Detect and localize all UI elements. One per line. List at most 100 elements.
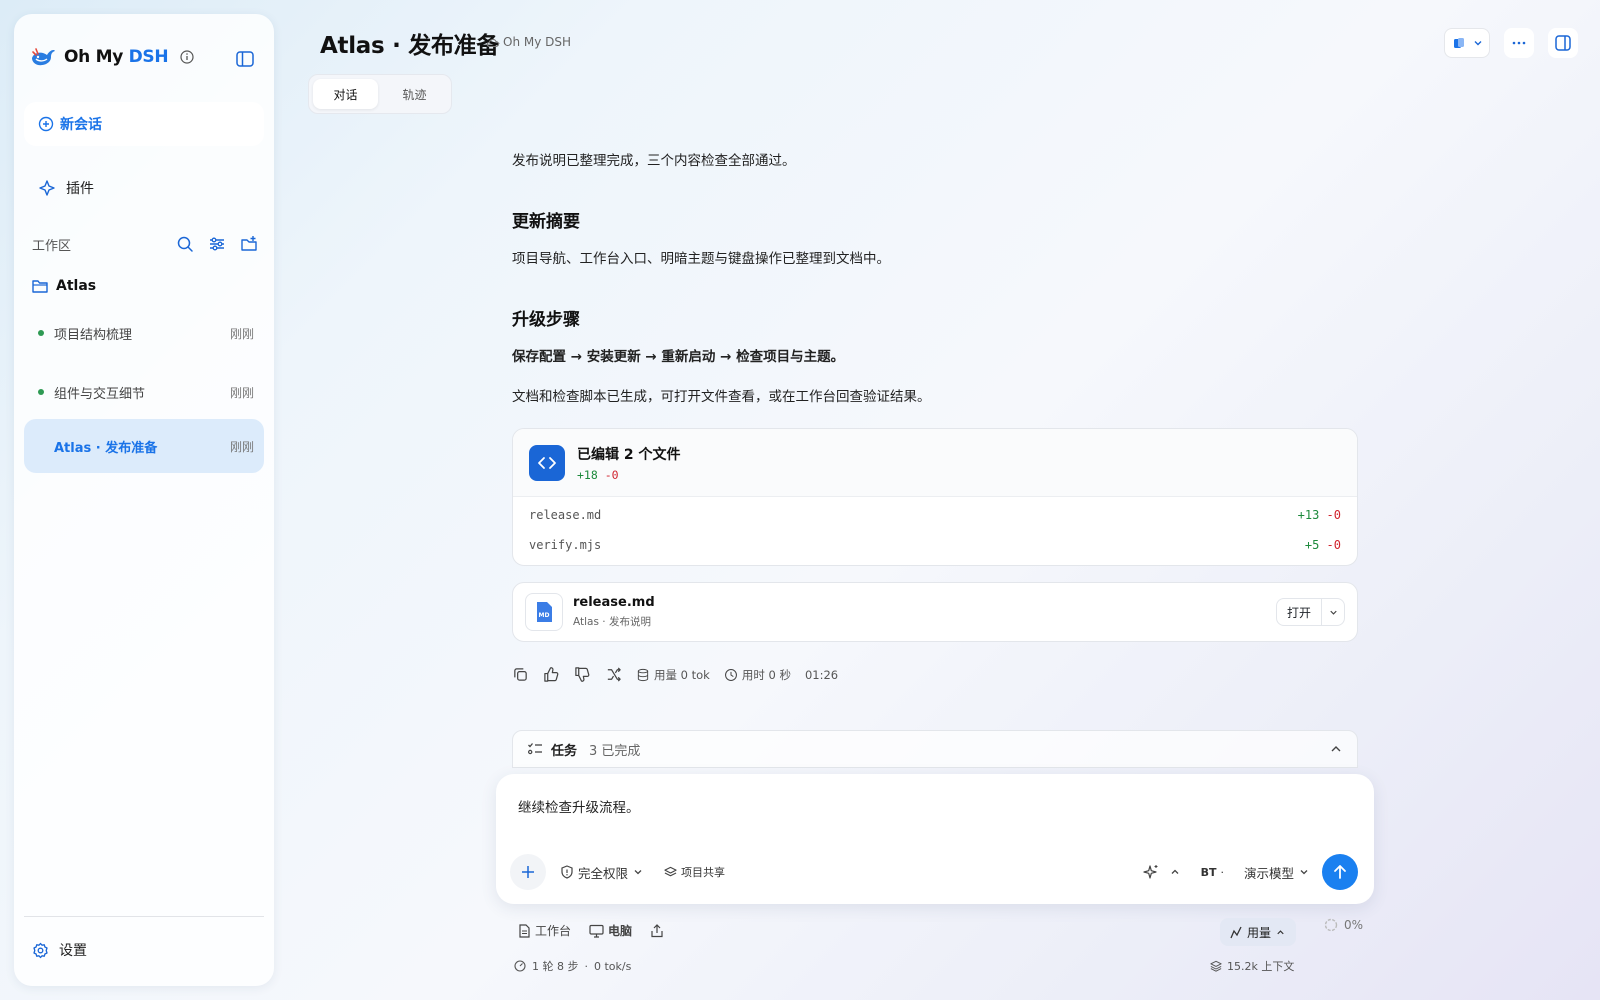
- sparkle-icon: [1142, 865, 1158, 879]
- agent-avatar-icon: [1454, 38, 1464, 48]
- monitor-icon: [589, 924, 604, 938]
- file-name: verify.mjs: [529, 538, 602, 552]
- settings-button[interactable]: 设置: [32, 940, 87, 960]
- open-label: 打开: [1277, 599, 1322, 625]
- document-icon: [519, 923, 530, 938]
- attach-button[interactable]: [510, 854, 546, 890]
- enhance-button[interactable]: [1142, 864, 1181, 880]
- tasks-count: 3 已完成: [589, 743, 641, 759]
- divider: [24, 916, 264, 917]
- note-text: 文档和检查脚本已生成，可打开文件查看，或在工作台回查验证结果。: [512, 389, 931, 405]
- steps-count: 1 轮 8 步: [532, 960, 579, 973]
- duration: 用时 0 秒: [724, 667, 791, 683]
- info-icon[interactable]: [180, 50, 194, 64]
- model-label: 演示模型: [1243, 865, 1294, 881]
- activity-icon: [1230, 926, 1242, 938]
- page-title: Atlas · 发布准备: [320, 33, 500, 59]
- copy-icon[interactable]: [512, 666, 529, 683]
- thumbs-down-icon[interactable]: [574, 666, 591, 683]
- status-dot: [38, 330, 44, 336]
- usage-button[interactable]: 用量: [1220, 918, 1297, 946]
- tasks-bar[interactable]: 任务 3 已完成: [512, 730, 1358, 768]
- workspace-label: 工作区: [32, 238, 72, 254]
- project-share-toggle[interactable]: 项目共享: [664, 864, 725, 880]
- session-title: 组件与交互细节: [54, 386, 146, 402]
- right-panel-button[interactable]: [1548, 28, 1578, 58]
- permission-select[interactable]: 完全权限: [560, 863, 644, 882]
- chevron-down-icon: [1300, 870, 1308, 875]
- arrow-up-icon: [1334, 865, 1346, 879]
- permission-label: 完全权限: [578, 865, 629, 881]
- search-icon[interactable]: [176, 235, 194, 253]
- separator: ·: [584, 959, 589, 973]
- edited-file-row[interactable]: verify.mjs +5 -0: [513, 530, 1357, 560]
- edited-file-row[interactable]: release.md +13 -0: [513, 500, 1357, 530]
- project-badge[interactable]: Oh My DSH: [486, 35, 571, 49]
- folder-icon: [32, 280, 48, 293]
- edited-files-header: 已编辑 2 个文件 +18 -0: [513, 429, 1357, 497]
- chevron-up-icon: [1277, 929, 1284, 934]
- message-actions: 用量 0 tok 用时 0 秒 01:26: [512, 666, 838, 683]
- chevron-down-icon: [1474, 41, 1482, 46]
- bullet-icon: ·: [1220, 865, 1224, 879]
- run-stats: 1 轮 8 步 · 0 tok/s: [514, 958, 631, 974]
- chevron-down-icon: [634, 870, 642, 875]
- session-title: Atlas · 发布准备: [54, 440, 158, 456]
- progress-percent: 0%: [1344, 918, 1364, 932]
- code-icon: [529, 444, 565, 481]
- layers-icon: [664, 866, 677, 876]
- context-label: 15.2k 上下文: [1227, 960, 1295, 973]
- open-file-button[interactable]: 打开: [1275, 598, 1345, 626]
- gauge-icon: [514, 960, 526, 972]
- view-tabs: 对话 轨迹: [308, 74, 452, 114]
- shield-icon: [561, 865, 573, 879]
- file-attachment-card[interactable]: MD release.md Atlas · 发布说明 打开: [512, 582, 1358, 642]
- context-size: 15.2k 上下文: [1210, 958, 1294, 974]
- progress-ring-icon: [1324, 918, 1338, 932]
- settings-label: 设置: [59, 943, 87, 959]
- share-icon[interactable]: [650, 923, 664, 938]
- more-button[interactable]: [1504, 28, 1534, 58]
- agent-switcher[interactable]: [1444, 28, 1490, 58]
- file-deletions: -0: [1326, 538, 1341, 552]
- message-input[interactable]: 继续检查升级流程。: [518, 796, 640, 816]
- edited-files-stats: +18 -0: [577, 467, 619, 482]
- cloud-icon: [486, 38, 499, 47]
- computer-button[interactable]: 电脑: [589, 922, 632, 939]
- tab-trace[interactable]: 轨迹: [382, 79, 447, 109]
- send-button[interactable]: [1322, 854, 1358, 890]
- edited-files-card[interactable]: 已编辑 2 个文件 +18 -0 release.md +13 -0 verif…: [512, 428, 1358, 566]
- session-item-active[interactable]: Atlas · 发布准备 刚刚: [24, 419, 264, 473]
- tab-chat[interactable]: 对话: [313, 79, 378, 109]
- branch-icon[interactable]: [605, 666, 622, 683]
- session-time: 刚刚: [229, 439, 254, 454]
- plugins-button[interactable]: 插件: [24, 170, 264, 206]
- session-item[interactable]: 项目结构梳理 刚刚: [24, 306, 264, 360]
- model-select[interactable]: 演示模型: [1244, 863, 1310, 882]
- top-right-toolbar: [1444, 28, 1578, 58]
- new-folder-icon[interactable]: [240, 235, 258, 253]
- layers-icon: [1210, 960, 1222, 972]
- session-time: 刚刚: [229, 385, 254, 400]
- gear-icon: [33, 942, 48, 958]
- whale-logo-icon: [32, 48, 55, 66]
- workbench-button[interactable]: 工作台: [518, 922, 571, 939]
- folder-atlas[interactable]: Atlas: [32, 278, 96, 294]
- progress-indicator: 0%: [1324, 918, 1363, 932]
- svg-text:MD: MD: [539, 612, 550, 619]
- filter-icon[interactable]: [208, 235, 226, 253]
- chevron-up-icon[interactable]: [1329, 742, 1343, 756]
- brand-name: Oh My DSH: [64, 47, 169, 67]
- session-item[interactable]: 组件与交互细节 刚刚: [24, 365, 264, 419]
- plugins-label: 插件: [66, 181, 94, 197]
- sidebar: Oh My DSH 新会话 插件 工作区 Atlas 项目结构梳理 刚刚 组件与…: [14, 14, 274, 986]
- collapse-sidebar-icon[interactable]: [234, 48, 256, 70]
- tasks-label: 任务: [551, 743, 578, 759]
- brand: Oh My DSH: [30, 46, 194, 68]
- session-time: 刚刚: [229, 326, 254, 341]
- clock-icon: [724, 668, 737, 681]
- new-chat-button[interactable]: 新会话: [24, 102, 264, 146]
- thumbs-up-icon[interactable]: [543, 666, 560, 683]
- bt-selector[interactable]: BT ·: [1201, 866, 1224, 879]
- chevron-down-icon[interactable]: [1322, 607, 1344, 618]
